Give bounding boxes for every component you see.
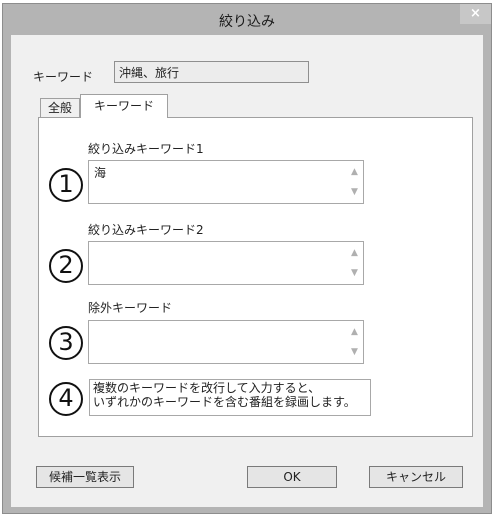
refine-keyword-2-label: 絞り込みキーワード2: [88, 223, 204, 237]
chevron-up-icon[interactable]: ▲: [346, 246, 363, 260]
exclude-keyword-label: 除外キーワード: [88, 301, 173, 315]
keyword-summary-label: キーワード: [33, 70, 94, 84]
keyword-help-note: 複数のキーワードを改行して入力すると、 いずれかのキーワードを含む番組を録画しま…: [89, 379, 371, 416]
dialog-window: 絞り込み × キーワード 沖縄、旅行 全般 キーワード 絞り込みキーワード1 海…: [2, 3, 492, 514]
tab-keyword[interactable]: キーワード: [80, 94, 168, 118]
title-bar[interactable]: 絞り込み ×: [3, 4, 491, 35]
marker-3: 3: [49, 326, 83, 360]
refine-keyword-2-input[interactable]: ▲ ▼: [88, 241, 364, 285]
chevron-up-icon[interactable]: ▲: [346, 325, 363, 339]
exclude-keyword-input[interactable]: ▲ ▼: [88, 320, 364, 364]
refine-keyword-1-scrollbar[interactable]: ▲ ▼: [346, 161, 363, 203]
refine-keyword-2-scrollbar[interactable]: ▲ ▼: [346, 242, 363, 284]
keyword-summary-field[interactable]: 沖縄、旅行: [114, 61, 309, 83]
chevron-down-icon[interactable]: ▼: [346, 345, 363, 359]
ok-button[interactable]: OK: [247, 466, 337, 488]
dialog-body: キーワード 沖縄、旅行 全般 キーワード 絞り込みキーワード1 海 ▲ ▼ 1 …: [11, 35, 483, 507]
refine-keyword-1-input[interactable]: 海 ▲ ▼: [88, 160, 364, 204]
marker-2: 2: [49, 249, 83, 283]
tab-general[interactable]: 全般: [40, 98, 80, 118]
keyword-tab-panel: 絞り込みキーワード1 海 ▲ ▼ 1 絞り込みキーワード2 ▲ ▼ 2 除外キー…: [38, 117, 473, 437]
show-candidates-button[interactable]: 候補一覧表示: [36, 466, 134, 488]
close-icon: ×: [470, 6, 481, 21]
refine-keyword-1-value: 海: [94, 166, 107, 180]
chevron-up-icon[interactable]: ▲: [346, 165, 363, 179]
refine-keyword-1-label: 絞り込みキーワード1: [88, 142, 204, 156]
chevron-down-icon[interactable]: ▼: [346, 266, 363, 280]
marker-1: 1: [49, 168, 83, 202]
exclude-keyword-scrollbar[interactable]: ▲ ▼: [346, 321, 363, 363]
close-button[interactable]: ×: [460, 4, 491, 24]
marker-4: 4: [49, 382, 83, 416]
chevron-down-icon[interactable]: ▼: [346, 185, 363, 199]
cancel-button[interactable]: キャンセル: [369, 466, 463, 488]
window-title: 絞り込み: [219, 14, 275, 30]
